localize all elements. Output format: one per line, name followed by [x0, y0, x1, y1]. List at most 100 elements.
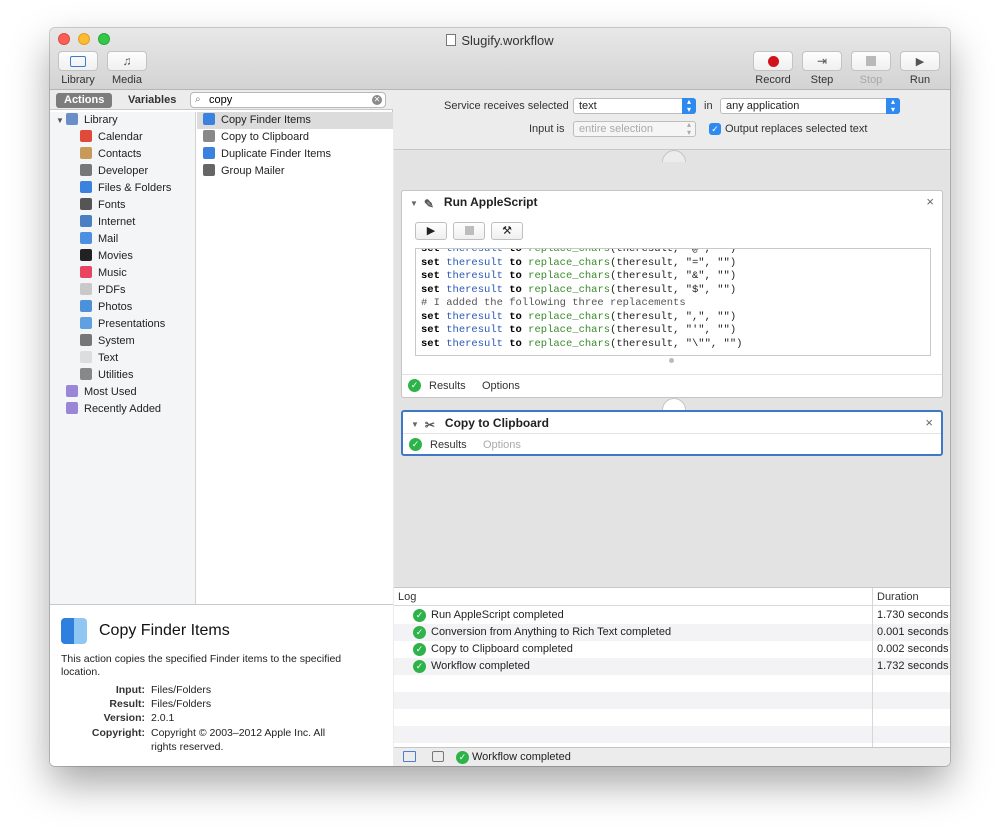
- script-keyword: to: [509, 270, 522, 282]
- fonts-icon: [80, 198, 92, 210]
- action-list-item-label: Duplicate Finder Items: [221, 148, 332, 160]
- toolbar: Slugify.workflow Library ♫ Media Record …: [50, 28, 950, 90]
- script-variable: theresult: [446, 310, 503, 323]
- action-list-item[interactable]: Copy Finder Items: [197, 112, 393, 129]
- disclosure-triangle-icon[interactable]: ▼: [56, 112, 66, 129]
- music-icon: [80, 266, 92, 278]
- popup-arrows-icon: ▴ ▾: [886, 98, 900, 114]
- column-divider: [872, 588, 873, 748]
- split-view-icon[interactable]: [432, 751, 444, 762]
- library-item[interactable]: Text: [50, 350, 195, 367]
- script-arguments: (theresult, "=", ""): [610, 256, 737, 269]
- workflow-connector: [662, 398, 686, 410]
- stop-button[interactable]: [851, 51, 891, 71]
- run-button[interactable]: ▶: [900, 51, 940, 71]
- library-item[interactable]: Presentations: [50, 316, 195, 333]
- results-tab[interactable]: Results: [430, 434, 467, 456]
- library-item[interactable]: Mail: [50, 231, 195, 248]
- library-item[interactable]: Fonts: [50, 197, 195, 214]
- close-action-icon[interactable]: ×: [926, 191, 934, 213]
- run-label: Run: [909, 74, 931, 86]
- disclosure-triangle-icon[interactable]: ▼: [410, 199, 418, 208]
- compile-script-button[interactable]: ⚒: [491, 222, 523, 240]
- library-button[interactable]: [58, 51, 98, 71]
- library-item[interactable]: PDFs: [50, 282, 195, 299]
- search-input[interactable]: [209, 93, 369, 107]
- script-line: set theresult to replace_chars(theresult…: [421, 324, 930, 338]
- action-footer: ✓ Results Options: [403, 433, 941, 455]
- resize-handle-icon[interactable]: [669, 358, 674, 363]
- log-row: ✓ Copy to Clipboard completed 0.002 second…: [394, 641, 950, 658]
- library-item[interactable]: Contacts: [50, 146, 195, 163]
- run-script-button[interactable]: ▶: [415, 222, 447, 240]
- step-button[interactable]: ⇥: [802, 51, 842, 71]
- script-lines: set theresult to replace_chars(theresult…: [421, 248, 930, 351]
- log-column-header[interactable]: Log: [398, 588, 416, 606]
- script-arguments: (theresult, "@", ""): [610, 248, 737, 255]
- finder-icon: [203, 113, 215, 125]
- library-item[interactable]: Movies: [50, 248, 195, 265]
- log-duration: 0.001 seconds: [877, 626, 949, 638]
- library-item[interactable]: Calendar: [50, 129, 195, 146]
- library-item-label: Movies: [98, 250, 133, 262]
- action-list-item[interactable]: Duplicate Finder Items: [197, 146, 393, 163]
- library-item[interactable]: Files & Folders: [50, 180, 195, 197]
- library-item[interactable]: Most Used: [50, 384, 195, 401]
- log-row: [394, 692, 950, 709]
- duration-column-header[interactable]: Duration: [877, 588, 919, 606]
- log-message: Run AppleScript completed: [431, 609, 564, 621]
- action-header: ▼ ✂ Copy to Clipboard ×: [403, 412, 941, 434]
- library-item-label: Text: [98, 352, 119, 364]
- script-editor[interactable]: set theresult to replace_chars(theresult…: [415, 248, 931, 356]
- library-item[interactable]: Recently Added: [50, 401, 195, 418]
- script-function: replace_chars: [528, 256, 611, 269]
- results-tab[interactable]: Results: [429, 375, 466, 397]
- library-item[interactable]: ▼ Library: [50, 112, 195, 129]
- script-keyword: set: [421, 256, 440, 269]
- finder-icon: [203, 147, 215, 159]
- output-replaces-checkbox[interactable]: ✓: [709, 123, 721, 135]
- disclosure-triangle-icon[interactable]: ▼: [411, 420, 419, 429]
- library-item[interactable]: Developer: [50, 163, 195, 180]
- library-item[interactable]: Internet: [50, 214, 195, 231]
- action-run-applescript[interactable]: ▼ ✎ Run AppleScript × ▶ ⚒ set theresult to…: [401, 190, 943, 398]
- log-message: Workflow completed: [431, 660, 530, 672]
- media-button[interactable]: ♫: [107, 51, 147, 71]
- close-action-icon[interactable]: ×: [925, 412, 933, 434]
- action-copy-to-clipboard[interactable]: ▼ ✂ Copy to Clipboard × ✓ Results Options: [401, 410, 943, 456]
- action-list-item[interactable]: Group Mailer: [197, 163, 393, 180]
- script-arguments: (theresult, "'", ""): [610, 324, 737, 336]
- checkmark-icon: ✓: [413, 643, 426, 656]
- log-row: [394, 726, 950, 743]
- options-tab[interactable]: Options: [483, 434, 521, 456]
- popup-arrows-icon: ▴ ▾: [686, 120, 691, 137]
- application-popup[interactable]: any application ▴ ▾: [720, 98, 900, 114]
- list-view-icon[interactable]: [403, 751, 416, 762]
- action-list-item[interactable]: Copy to Clipboard: [197, 129, 393, 146]
- script-variable: theresult: [446, 270, 503, 282]
- record-label: Record: [755, 74, 791, 86]
- search-field[interactable]: ⌕ ✕: [190, 92, 386, 108]
- library-item-label: Recently Added: [84, 403, 162, 415]
- log-row: ✓ Run AppleScript completed 1.730 seconds: [394, 607, 950, 624]
- tab-actions[interactable]: Actions: [56, 93, 113, 108]
- library-item[interactable]: Photos: [50, 299, 195, 316]
- options-tab[interactable]: Options: [482, 375, 520, 397]
- library-item[interactable]: Music: [50, 265, 195, 282]
- script-function: replace_chars: [528, 337, 611, 350]
- library-item[interactable]: System: [50, 333, 195, 350]
- stop-script-button[interactable]: [453, 222, 485, 240]
- log-row: ✓ Conversion from Anything to Rich Text c…: [394, 624, 950, 641]
- library-item-label: Files & Folders: [98, 182, 172, 194]
- script-variable: theresult: [446, 248, 503, 255]
- tab-variables[interactable]: Variables: [120, 93, 184, 108]
- automator-window: Slugify.workflow Library ♫ Media Record …: [50, 28, 950, 766]
- receives-popup[interactable]: text ▴ ▾: [573, 98, 696, 114]
- stop-icon: [464, 226, 474, 235]
- internet-icon: [80, 215, 92, 227]
- input-is-popup[interactable]: entire selection ▴ ▾: [573, 121, 696, 137]
- library-item[interactable]: Utilities: [50, 367, 195, 384]
- hammer-icon: ⚒: [502, 225, 512, 237]
- clear-search-icon[interactable]: ✕: [372, 95, 382, 105]
- record-button[interactable]: [753, 51, 793, 71]
